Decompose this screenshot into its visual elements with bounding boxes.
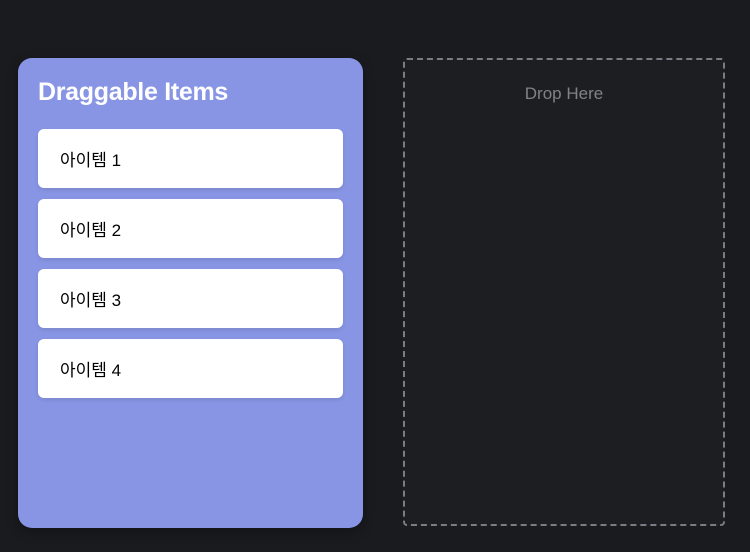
draggable-item[interactable]: 아이템 2 <box>38 199 343 258</box>
draggable-item[interactable]: 아이템 1 <box>38 129 343 188</box>
draggable-item[interactable]: 아이템 4 <box>38 339 343 398</box>
drag-drop-container: Draggable Items 아이템 1 아이템 2 아이템 3 아이템 4 … <box>0 0 750 546</box>
source-panel-title: Draggable Items <box>38 78 343 107</box>
draggable-item[interactable]: 아이템 3 <box>38 269 343 328</box>
drop-zone[interactable]: Drop Here <box>403 58 725 526</box>
drop-zone-label: Drop Here <box>405 84 723 104</box>
draggable-item-list: 아이템 1 아이템 2 아이템 3 아이템 4 <box>38 129 343 398</box>
source-panel: Draggable Items 아이템 1 아이템 2 아이템 3 아이템 4 <box>18 58 363 528</box>
